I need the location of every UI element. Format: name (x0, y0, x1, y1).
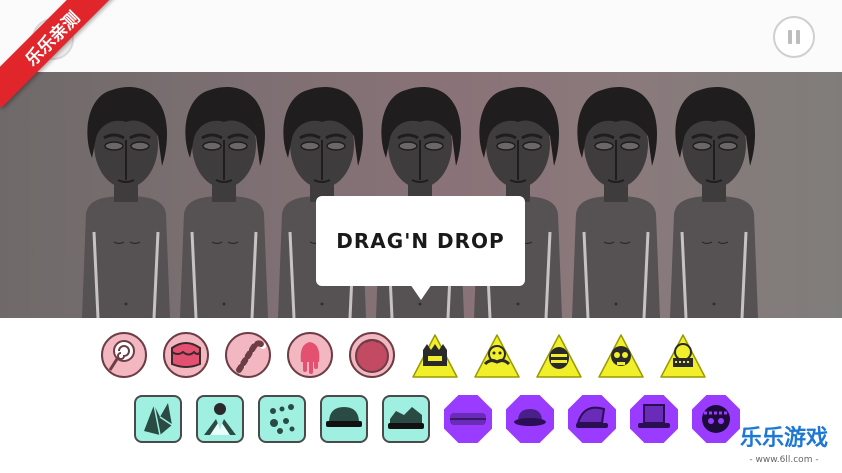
jelly-effect-button[interactable] (349, 332, 395, 378)
wizard-hat-voice-button[interactable] (568, 395, 616, 443)
watermark-url: - www.6ll.com - (749, 455, 819, 465)
cake-effect-button[interactable] (163, 332, 209, 378)
singer-character[interactable] (568, 82, 664, 318)
top-hat-voice-button[interactable] (630, 395, 678, 443)
bowl-hat-icon (514, 409, 546, 426)
band-voice-button[interactable] (444, 395, 492, 443)
cake-icon (171, 342, 201, 368)
watermark-logo: 乐乐游戏 - www.6ll.com - (728, 424, 840, 472)
tooltip-arrow (410, 284, 432, 300)
torn-cap-icon (388, 407, 424, 429)
pause-button[interactable] (773, 16, 815, 58)
collar-melody-button[interactable] (196, 395, 244, 443)
cap-melody-button[interactable] (320, 395, 368, 443)
popsicle-effect-button[interactable] (287, 332, 333, 378)
top-bar: 乐乐亲测 (0, 0, 842, 108)
singer-character[interactable] (78, 82, 174, 318)
singer-character[interactable] (666, 82, 762, 318)
drag-drop-tooltip: DRAG'N DROP (316, 196, 525, 286)
top-hat-icon (638, 404, 670, 428)
dots-melody-button[interactable] (258, 395, 306, 443)
sound-icon-tray (0, 318, 842, 473)
singer-character[interactable] (176, 82, 272, 318)
candy-cane-icon (236, 340, 266, 373)
shards-melody-button[interactable] (134, 395, 182, 443)
mustache-face-icon (483, 345, 511, 366)
wizard-hat-icon (576, 406, 608, 428)
dots-icon (270, 404, 295, 434)
pause-icon (786, 30, 802, 44)
band-icon (450, 413, 486, 425)
skull-face-icon (611, 346, 631, 366)
shards-icon (144, 403, 173, 436)
cap-icon (326, 407, 362, 427)
lollipop-icon (108, 340, 135, 371)
jelly-icon (355, 339, 389, 373)
candy-cane-effect-button[interactable] (225, 332, 271, 378)
lollipop-effect-button[interactable] (101, 332, 147, 378)
popsicle-icon (300, 342, 320, 374)
collar-icon (204, 403, 236, 435)
torn-cap-melody-button[interactable] (382, 395, 430, 443)
robot-face-icon (673, 343, 693, 367)
crown-face-icon (423, 344, 447, 366)
bee-face-icon (549, 347, 569, 369)
watermark-brand: 乐乐游戏 (739, 426, 828, 451)
bowl-hat-voice-button[interactable] (506, 395, 554, 443)
